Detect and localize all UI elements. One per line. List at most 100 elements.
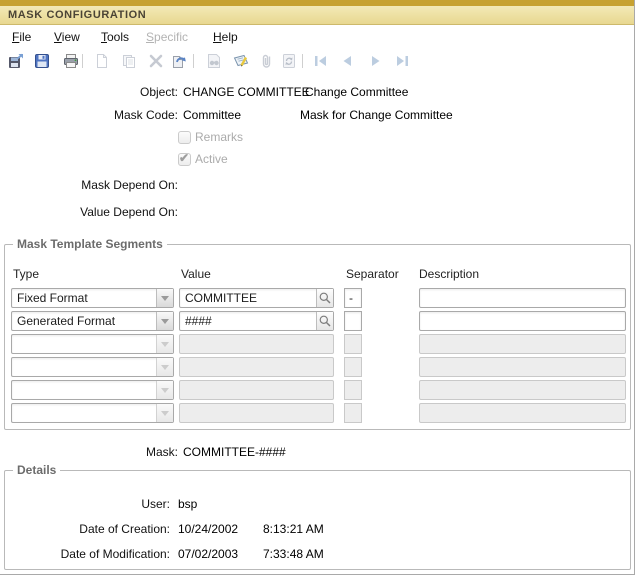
mask-label: Mask: <box>0 445 178 459</box>
segment-description-input <box>419 357 626 377</box>
active-checkbox-row: ✔ Active <box>178 152 228 166</box>
menu-help[interactable]: Help <box>213 30 238 44</box>
segment-value-text: #### <box>185 314 212 328</box>
menu-file[interactable]: File <box>12 30 31 44</box>
column-header-description: Description <box>419 267 479 281</box>
segment-type-select[interactable]: Generated Format <box>11 311 174 331</box>
first-record-icon <box>312 52 330 70</box>
delete-icon <box>147 52 165 70</box>
mask-value: COMMITTEE-#### <box>183 445 286 459</box>
segment-type-value: Generated Format <box>17 314 115 328</box>
date-of-modification-time: 7:33:48 AM <box>263 547 324 561</box>
mask-template-segments-group: Mask Template Segments Type Value Separa… <box>4 244 631 430</box>
refresh-icon <box>280 52 298 70</box>
chevron-down-icon <box>156 335 173 353</box>
menu-view[interactable]: View <box>54 30 80 44</box>
page-title: MASK CONFIGURATION <box>0 6 635 25</box>
segment-value-input <box>179 403 334 423</box>
print-icon[interactable] <box>62 52 80 70</box>
segment-description-input <box>419 403 626 423</box>
segment-value-input[interactable]: COMMITTEE <box>179 288 334 308</box>
value-depend-on-label: Value Depend On: <box>0 205 178 219</box>
mask-template-segments-legend: Mask Template Segments <box>13 237 167 251</box>
toolbar <box>0 50 635 74</box>
segment-row: Fixed Format COMMITTEE - <box>5 288 630 308</box>
mask-code-label: Mask Code: <box>0 108 178 122</box>
segment-separator-input <box>344 403 362 423</box>
segment-separator-input <box>344 334 362 354</box>
object-description: Change Committee <box>305 85 408 99</box>
attachment-icon <box>258 52 276 70</box>
column-header-separator: Separator <box>346 267 399 281</box>
date-of-modification-date: 07/02/2003 <box>178 547 238 561</box>
segment-separator-input[interactable] <box>344 311 362 331</box>
exit-icon[interactable] <box>7 52 25 70</box>
details-legend: Details <box>13 463 60 477</box>
object-label: Object: <box>0 85 178 99</box>
mask-configuration-window: MASK CONFIGURATION File View Tools Speci… <box>0 0 635 575</box>
segment-row <box>5 380 630 400</box>
segment-type-select[interactable] <box>11 357 174 377</box>
segment-value-input <box>179 357 334 377</box>
segment-type-select[interactable] <box>11 403 174 423</box>
copy-icon <box>120 52 138 70</box>
segment-value-input <box>179 380 334 400</box>
segment-description-input <box>419 334 626 354</box>
user-label: User: <box>5 497 170 511</box>
segment-separator-input[interactable]: - <box>344 288 362 308</box>
active-checkbox-label: Active <box>195 152 228 166</box>
lookup-icon[interactable] <box>316 312 333 330</box>
segment-type-value: Fixed Format <box>17 291 88 305</box>
date-of-creation-date: 10/24/2002 <box>178 522 238 536</box>
remarks-checkbox-row: Remarks <box>178 130 243 144</box>
details-group: Details User: bsp Date of Creation: 10/2… <box>4 470 631 570</box>
segment-row <box>5 403 630 423</box>
last-record-icon <box>393 52 411 70</box>
toolbar-separator <box>302 54 303 68</box>
column-header-type: Type <box>13 267 39 281</box>
segment-value-text: COMMITTEE <box>185 291 257 305</box>
chevron-down-icon[interactable] <box>156 312 173 330</box>
mask-code-description: Mask for Change Committee <box>300 108 453 122</box>
segment-description-input[interactable] <box>419 288 626 308</box>
active-checkbox: ✔ <box>178 153 191 166</box>
segment-row <box>5 334 630 354</box>
segment-description-input[interactable] <box>419 311 626 331</box>
toolbar-separator <box>193 54 194 68</box>
mask-code-value: Committee <box>183 108 241 122</box>
segment-separator-input <box>344 380 362 400</box>
segment-type-select[interactable] <box>11 334 174 354</box>
date-of-creation-label: Date of Creation: <box>5 522 170 536</box>
mask-depend-on-label: Mask Depend On: <box>0 178 178 192</box>
next-record-icon <box>367 52 385 70</box>
date-of-modification-label: Date of Modification: <box>5 547 170 561</box>
chevron-down-icon <box>156 404 173 422</box>
remarks-checkbox-label: Remarks <box>195 130 243 144</box>
previous-record-icon <box>338 52 356 70</box>
segment-row: Generated Format #### <box>5 311 630 331</box>
segment-value-input[interactable]: #### <box>179 311 334 331</box>
find-icon <box>205 52 223 70</box>
notes-icon[interactable] <box>232 52 250 70</box>
segment-type-select[interactable] <box>11 380 174 400</box>
remarks-checkbox <box>178 131 191 144</box>
chevron-down-icon <box>156 358 173 376</box>
segment-row <box>5 357 630 377</box>
checkmark-icon: ✔ <box>179 151 189 165</box>
toolbar-separator <box>82 54 83 68</box>
segment-separator-input <box>344 357 362 377</box>
date-of-creation-time: 8:13:21 AM <box>263 522 324 536</box>
save-icon[interactable] <box>33 52 51 70</box>
lookup-icon[interactable] <box>316 289 333 307</box>
chevron-down-icon[interactable] <box>156 289 173 307</box>
user-value: bsp <box>178 497 197 511</box>
new-document-icon <box>93 52 111 70</box>
chevron-down-icon <box>156 381 173 399</box>
column-header-value: Value <box>181 267 211 281</box>
segment-value-input <box>179 334 334 354</box>
segment-description-input <box>419 380 626 400</box>
menu-tools[interactable]: Tools <box>101 30 129 44</box>
segment-type-select[interactable]: Fixed Format <box>11 288 174 308</box>
menu-bar: File View Tools Specific Help <box>0 26 635 50</box>
rollback-icon[interactable] <box>170 52 188 70</box>
